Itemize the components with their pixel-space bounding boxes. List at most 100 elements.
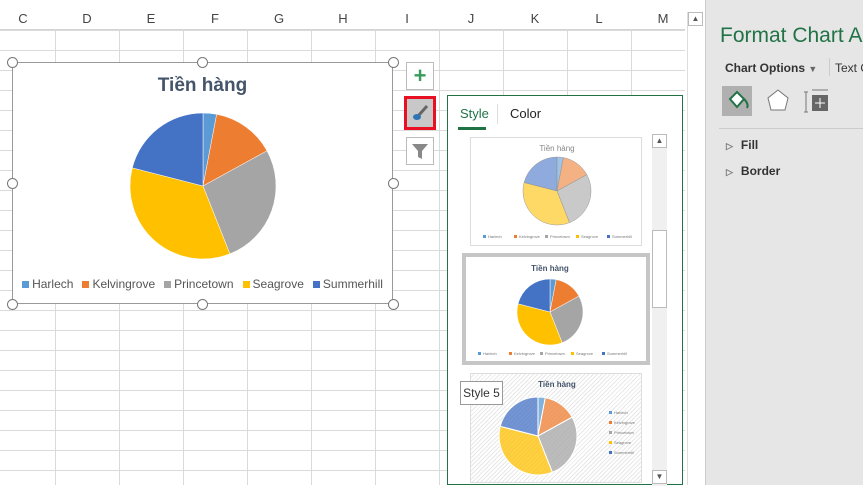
expand-arrow-icon: ▷ (726, 167, 733, 177)
chart-area[interactable]: Tiền hàng Harlech Kelvingrove Princetown Se… (12, 62, 393, 304)
thumbnail-legend-label: Seagrove (581, 234, 599, 239)
pie-chart[interactable] (13, 63, 394, 305)
legend-entry[interactable]: Seagrove (242, 277, 304, 291)
thumbnail-legend-label: Seagrove (614, 440, 632, 445)
sheet-scrollbar[interactable]: ▲ (687, 12, 703, 485)
resize-handle[interactable] (197, 57, 208, 68)
column-header[interactable]: I (375, 11, 439, 26)
thumbnail-title: Tiền hàng (539, 144, 574, 153)
legend-entry[interactable]: Kelvingrove (82, 277, 155, 291)
border-section[interactable]: ▷ Border (726, 164, 780, 178)
resize-handle[interactable] (7, 299, 18, 310)
legend-entry[interactable]: Princetown (164, 277, 234, 291)
thumbnail-legend-swatch (609, 421, 612, 424)
chart-elements-button[interactable]: + (406, 62, 434, 90)
thumbnail-legend-label: Princetown (545, 351, 565, 356)
scroll-down-icon[interactable]: ▼ (652, 470, 667, 484)
thumbnail-legend-swatch (540, 352, 543, 355)
column-header[interactable]: C (0, 11, 55, 26)
paint-bucket-icon (728, 90, 749, 109)
thumbnail-legend-swatch (609, 411, 612, 414)
thumbnail-legend-swatch (609, 451, 612, 454)
thumbnail-legend-swatch (483, 235, 486, 238)
thumbnail-legend-label: Kelvingrove (514, 351, 536, 356)
column-headers: C D E F G H I J K L M (0, 8, 685, 30)
fill-section[interactable]: ▷ Fill (726, 138, 758, 152)
legend-swatch (242, 281, 250, 288)
resize-handle[interactable] (197, 299, 208, 310)
pane-title: Format Chart Ar (720, 24, 863, 47)
thumbnail-legend-swatch (545, 235, 548, 238)
thumbnail-legend-label: Princetown (614, 430, 634, 435)
thumbnail-legend-label: Kelvingrove (614, 420, 636, 425)
thumbnail-legend-swatch (609, 431, 612, 434)
resize-handle[interactable] (7, 178, 18, 189)
resize-handle[interactable] (7, 57, 18, 68)
chart-styles-button[interactable] (404, 96, 436, 130)
legend-label: Harlech (32, 277, 74, 291)
active-tab-indicator (458, 127, 486, 130)
column-header[interactable]: L (567, 11, 631, 26)
thumbnail-legend-swatch (609, 441, 612, 444)
styles-scrollbar[interactable]: ▲ ▼ (652, 134, 667, 486)
legend-label: Kelvingrove (92, 277, 156, 291)
resize-handle[interactable] (388, 178, 399, 189)
style-tooltip: Style 5 (460, 381, 503, 405)
thumbnail-legend-label: Harlech (483, 351, 497, 356)
thumbnail-legend-label: Princetown (550, 234, 570, 239)
column-header[interactable]: E (119, 11, 183, 26)
column-header[interactable]: D (55, 11, 119, 26)
thumbnail-legend-swatch (607, 235, 610, 238)
legend-label: Summerhill (322, 277, 383, 291)
scroll-up-icon[interactable]: ▲ (688, 12, 703, 26)
legend-entry[interactable]: Harlech (22, 277, 73, 291)
column-header[interactable]: H (311, 11, 375, 26)
caret-down-icon: ▼ (808, 64, 818, 74)
thumbnail-legend-swatch (602, 352, 605, 355)
thumbnail-legend-label: Kelvingrove (519, 234, 541, 239)
legend-label: Seagrove (252, 277, 304, 291)
resize-handle[interactable] (388, 299, 399, 310)
thumbnail-legend-swatch (514, 235, 517, 238)
legend-entry[interactable]: Summerhill (312, 277, 383, 291)
chart-filters-button[interactable] (406, 137, 434, 165)
chart-options-dropdown[interactable]: Chart Options ▼ (725, 61, 817, 75)
legend-swatch (22, 281, 30, 288)
legend-swatch (312, 281, 320, 288)
tab-style[interactable]: Style (460, 106, 489, 121)
thumbnail-title: Tiền hàng (531, 264, 569, 273)
thumbnail-legend-swatch (509, 352, 512, 355)
plus-icon: + (413, 63, 427, 88)
legend-swatch (82, 281, 90, 288)
column-header[interactable]: K (503, 11, 567, 26)
style-thumbnail-2[interactable]: Tiền hàng Harlech Kelvingrove Princetown Sea… (462, 253, 650, 365)
style-thumbnail-1[interactable]: Tiền hàng Harlech Kelvingrove Princetown Sea… (470, 137, 642, 246)
scroll-up-icon[interactable]: ▲ (652, 134, 667, 148)
thumbnail-title: Tiền hàng (538, 380, 576, 389)
funnel-icon (412, 144, 428, 159)
text-options-tab[interactable]: Text O (835, 61, 863, 75)
thumbnail-legend-label: Summerhill (612, 234, 632, 239)
thumbnail-legend-label: Summerhill (614, 450, 634, 455)
column-header[interactable]: J (439, 11, 503, 26)
resize-handle[interactable] (388, 57, 399, 68)
column-header[interactable]: G (247, 11, 311, 26)
legend-swatch (164, 281, 172, 288)
column-header[interactable]: F (183, 11, 247, 26)
legend-label: Princetown (174, 277, 234, 291)
chart-options-label: Chart Options (725, 61, 805, 75)
thumbnail-legend-label: Harlech (488, 234, 502, 239)
chart-legend[interactable]: Harlech Kelvingrove Princetown Seagrove Summ… (13, 277, 392, 291)
size-properties-icon[interactable] (804, 88, 830, 114)
effects-pentagon-icon[interactable] (765, 88, 791, 114)
paintbrush-icon (413, 105, 429, 120)
thumbnail-legend-label: Seagrove (576, 351, 594, 356)
format-chart-area-pane: Format Chart Ar Chart Options ▼ Text O ▷… (705, 0, 863, 485)
column-header[interactable]: M (631, 11, 695, 26)
thumbnail-legend-swatch (576, 235, 579, 238)
scroll-thumb[interactable] (652, 230, 667, 308)
fill-line-button[interactable] (722, 86, 752, 116)
tab-color[interactable]: Color (510, 106, 541, 121)
border-label: Border (740, 164, 781, 178)
thumbnail-legend-label: Harlech (614, 410, 628, 415)
